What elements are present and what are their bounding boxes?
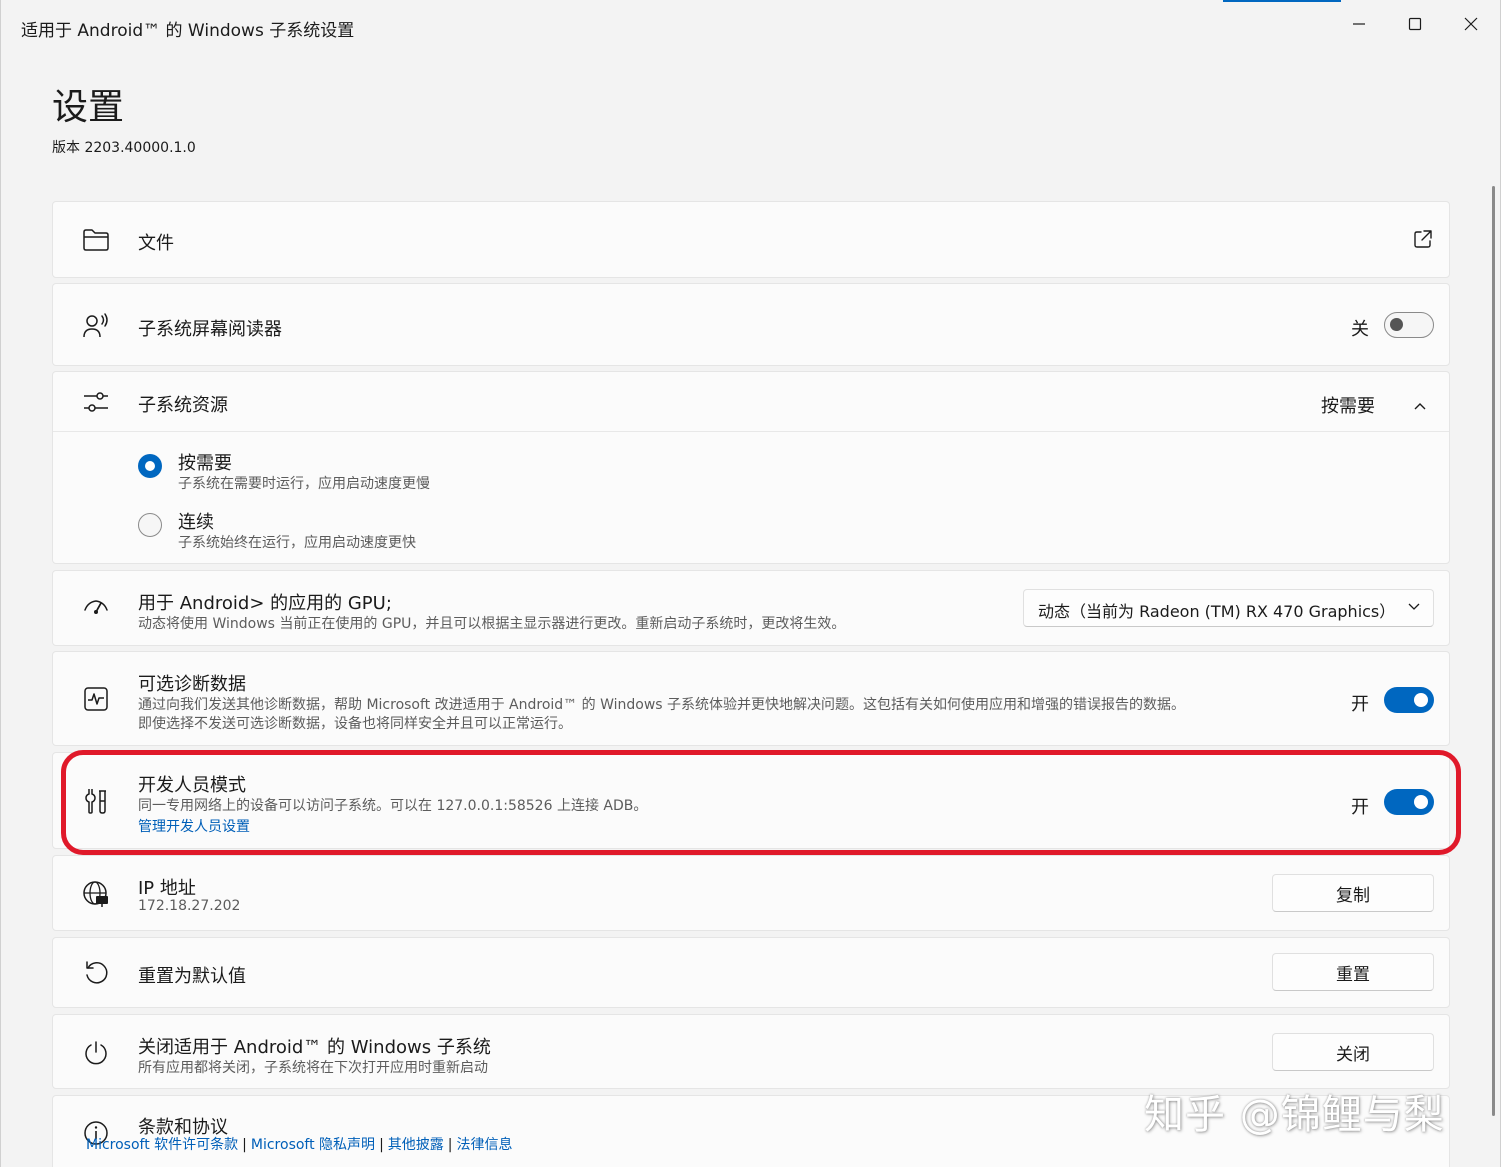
legal-links: Microsoft 软件许可条款 | Microsoft 隐私声明 | 其他披露 | 法律信… [86,1137,513,1153]
resources-label: 子系统资源 [138,395,228,416]
option-continuous-label: 连续 [178,512,214,533]
gpu-label: 用于 Android> 的应用的 GPU; [138,593,392,614]
watermark-text: 知乎 @锦鲤与梨 [1144,1092,1445,1138]
diagnostics-desc-line1: 通过向我们发送其他诊断数据，帮助 Microsoft 改进适用于 Android… [138,697,1186,713]
files-label: 文件 [138,233,174,254]
shutdown-desc: 所有应用都将关闭，子系统将在下次打开应用时重新启动 [138,1060,488,1076]
window-title: 适用于 Android™ 的 Windows 子系统设置 [21,21,355,41]
reset-button[interactable]: 重置 [1272,953,1434,991]
close-icon [1464,17,1478,31]
shutdown-button[interactable]: 关闭 [1272,1033,1434,1071]
sliders-icon [81,387,111,417]
ip-address-label: IP 地址 [138,878,196,899]
gpu-card: 用于 Android> 的应用的 GPU; 动态将使用 Windows 当前正在… [52,570,1450,646]
screen-reader-icon [81,311,111,341]
gauge-icon [81,593,111,623]
diagnostics-label: 可选诊断数据 [138,674,246,695]
title-bar[interactable]: 适用于 Android™ 的 Windows 子系统设置 [1,0,1500,56]
open-external-icon[interactable] [1413,229,1433,253]
diagnostics-state: 开 [1351,694,1369,715]
network-globe-icon [81,879,111,909]
folder-icon [81,225,111,255]
version-text: 版本 2203.40000.1.0 [52,140,196,156]
gpu-desc: 动态将使用 Windows 当前正在使用的 GPU，并且可以根据主显示器进行更改… [138,616,846,632]
ip-address-value: 172.18.27.202 [138,898,241,914]
minimize-button[interactable] [1331,6,1387,42]
reset-label: 重置为默认值 [138,966,246,987]
diagnostics-icon [81,684,111,714]
page-title: 设置 [52,87,125,128]
option-continuous-desc: 子系统始终在运行，应用启动速度更快 [178,535,416,551]
close-button[interactable] [1443,6,1499,42]
scrollbar[interactable] [1492,186,1495,1116]
settings-window: 适用于 Android™ 的 Windows 子系统设置 设置 版本 2203.… [0,0,1501,1167]
files-card[interactable]: 文件 [52,201,1450,278]
other-disclosures-link[interactable]: 其他披露 [388,1137,444,1153]
power-icon [81,1038,111,1068]
screen-reader-state: 关 [1351,319,1369,340]
option-on-demand-label: 按需要 [178,453,232,474]
radio-on-demand[interactable] [138,454,162,478]
shutdown-card: 关闭适用于 Android™ 的 Windows 子系统 所有应用都将关闭，子系… [52,1014,1450,1089]
minimize-icon [1353,23,1365,25]
chevron-down-icon [1408,603,1420,610]
resources-divider [53,431,1449,432]
shutdown-label: 关闭适用于 Android™ 的 Windows 子系统 [138,1037,491,1058]
diagnostics-desc-line2: 即使选择不发送可选诊断数据，设备也将同样安全并且可以正常运行。 [138,716,572,732]
license-terms-link[interactable]: Microsoft 软件许可条款 [86,1137,238,1153]
maximize-icon [1408,17,1422,31]
resources-selected: 按需要 [1321,396,1375,417]
diagnostics-toggle[interactable] [1384,687,1434,713]
screen-reader-toggle[interactable] [1384,312,1434,338]
ip-address-card: IP 地址 172.18.27.202 复制 [52,855,1450,931]
copy-button[interactable]: 复制 [1272,874,1434,912]
radio-continuous[interactable] [138,513,162,537]
maximize-button[interactable] [1387,6,1443,42]
reset-card: 重置为默认值 重置 [52,937,1450,1008]
chevron-up-icon[interactable] [1413,396,1427,415]
option-on-demand-desc: 子系统在需要时运行，应用启动速度更慢 [178,476,430,492]
gpu-dropdown[interactable]: 动态（当前为 Radeon (TM) RX 470 Graphics） [1023,589,1434,627]
reset-icon [81,958,111,988]
legal-info-link[interactable]: 法律信息 [457,1137,513,1153]
resources-card: 子系统资源 按需要 按需要 子系统在需要时运行，应用启动速度更慢 连续 子系统始… [52,371,1450,564]
gpu-dropdown-value: 动态（当前为 Radeon (TM) RX 470 Graphics） [1038,602,1396,621]
diagnostics-card: 可选诊断数据 通过向我们发送其他诊断数据，帮助 Microsoft 改进适用于 … [52,651,1450,746]
screen-reader-label: 子系统屏幕阅读器 [138,319,282,340]
screen-reader-card: 子系统屏幕阅读器 关 [52,283,1450,366]
privacy-statement-link[interactable]: Microsoft 隐私声明 [251,1137,375,1153]
highlight-annotation [61,750,1461,855]
